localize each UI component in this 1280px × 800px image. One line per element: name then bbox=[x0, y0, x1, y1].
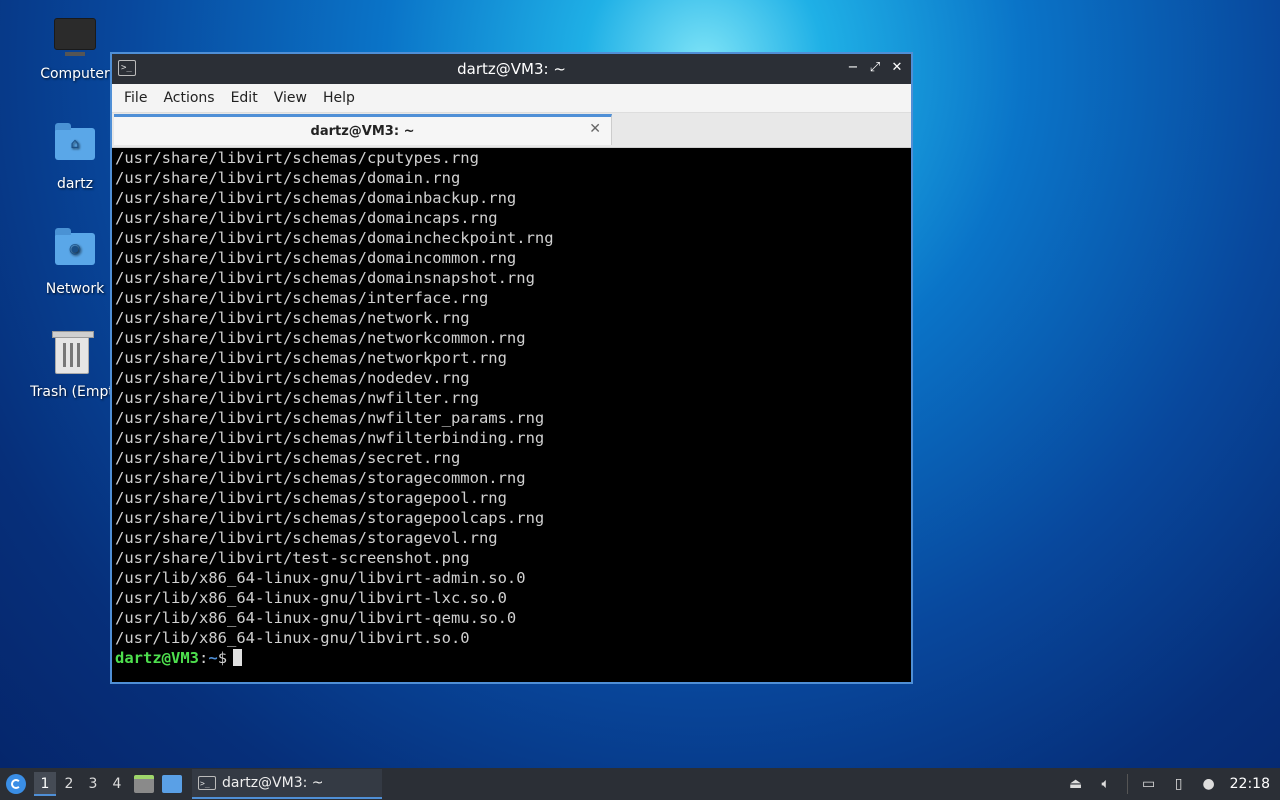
close-button[interactable]: ✕ bbox=[889, 59, 905, 77]
terminal-line: /usr/lib/x86_64-linux-gnu/libvirt.so.0 bbox=[115, 629, 470, 647]
prompt-user-host: dartz@VM3 bbox=[115, 649, 199, 667]
terminal-line: /usr/share/libvirt/schemas/domaincommon.… bbox=[115, 249, 517, 267]
taskbar: 1 2 3 4 >_ dartz@VM3: ~ ⏏ 🔈︎ ▭ ▯ ● 22:18 bbox=[0, 768, 1280, 800]
menu-actions[interactable]: Actions bbox=[155, 90, 222, 106]
file-manager-icon[interactable] bbox=[134, 775, 154, 793]
terminal-line: /usr/share/libvirt/schemas/storagepoolca… bbox=[115, 509, 545, 527]
window-titlebar[interactable]: >_ dartz@VM3: ~ − ⤢ ✕ bbox=[112, 54, 911, 84]
terminal-line: /usr/share/libvirt/schemas/storagevol.rn… bbox=[115, 529, 498, 547]
desktop-icon-trash[interactable]: Trash (Empt bbox=[22, 331, 122, 400]
system-tray: ⏏ 🔈︎ ▭ ▯ ● 22:18 bbox=[1067, 774, 1280, 794]
terminal-line: /usr/share/libvirt/schemas/domaincheckpo… bbox=[115, 229, 554, 247]
prompt-path: ~ bbox=[208, 649, 218, 667]
network-icon[interactable]: ▭ bbox=[1140, 775, 1158, 793]
menu-edit[interactable]: Edit bbox=[223, 90, 266, 106]
terminal-line: /usr/lib/x86_64-linux-gnu/libvirt-qemu.s… bbox=[115, 609, 517, 627]
menu-bar: File Actions Edit View Help bbox=[112, 84, 911, 113]
terminal-line: /usr/share/libvirt/schemas/nwfilterbindi… bbox=[115, 429, 545, 447]
terminal-line: /usr/share/libvirt/schemas/storagepool.r… bbox=[115, 489, 507, 507]
terminal-line: /usr/share/libvirt/schemas/network.rng bbox=[115, 309, 470, 327]
workspace-2[interactable]: 2 bbox=[58, 772, 80, 796]
terminal-line: /usr/share/libvirt/schemas/domainsnapsho… bbox=[115, 269, 535, 287]
menu-help[interactable]: Help bbox=[315, 90, 363, 106]
terminal-line: /usr/share/libvirt/schemas/secret.rng bbox=[115, 449, 461, 467]
terminal-line: /usr/share/libvirt/schemas/domain.rng bbox=[115, 169, 461, 187]
terminal-app-icon[interactable]: >_ bbox=[118, 60, 136, 76]
terminal-line: /usr/share/libvirt/schemas/networkport.r… bbox=[115, 349, 507, 367]
start-menu-icon[interactable] bbox=[6, 774, 26, 794]
desktop-icon-label: Trash (Empt bbox=[30, 384, 114, 400]
taskbar-task-terminal[interactable]: >_ dartz@VM3: ~ bbox=[192, 769, 382, 799]
terminal-line: /usr/share/libvirt/schemas/networkcommon… bbox=[115, 329, 526, 347]
notification-icon[interactable]: ● bbox=[1200, 775, 1218, 793]
workspace-4[interactable]: 4 bbox=[106, 772, 128, 796]
window-title: dartz@VM3: ~ bbox=[457, 60, 566, 78]
tab-close-icon[interactable]: ✕ bbox=[589, 121, 601, 137]
home-folder-icon: ⌂ bbox=[53, 123, 97, 172]
terminal-window: >_ dartz@VM3: ~ − ⤢ ✕ File Actions Edit … bbox=[110, 52, 913, 684]
terminal-line: /usr/lib/x86_64-linux-gnu/libvirt-lxc.so… bbox=[115, 589, 507, 607]
tab-label: dartz@VM3: ~ bbox=[310, 123, 415, 139]
terminal-line: /usr/share/libvirt/schemas/nwfilter.rng bbox=[115, 389, 479, 407]
show-desktop-icon[interactable] bbox=[162, 775, 182, 793]
eject-icon[interactable]: ⏏ bbox=[1067, 775, 1085, 793]
tab-terminal[interactable]: dartz@VM3: ~ ✕ bbox=[114, 114, 612, 145]
terminal-prompt[interactable]: dartz@VM3:~$ bbox=[115, 648, 911, 668]
terminal-line: /usr/share/libvirt/schemas/domainbackup.… bbox=[115, 189, 517, 207]
terminal-line: /usr/share/libvirt/schemas/nwfilter_para… bbox=[115, 409, 545, 427]
menu-file[interactable]: File bbox=[116, 90, 155, 106]
terminal-line: /usr/share/libvirt/schemas/domaincaps.rn… bbox=[115, 209, 498, 227]
volume-icon[interactable]: 🔈︎ bbox=[1097, 775, 1115, 793]
terminal-line: /usr/lib/x86_64-linux-gnu/libvirt-admin.… bbox=[115, 569, 526, 587]
terminal-line: /usr/share/libvirt/test-screenshot.png bbox=[115, 549, 470, 567]
minimize-button[interactable]: − bbox=[845, 59, 861, 77]
terminal-task-icon: >_ bbox=[198, 776, 216, 790]
clipboard-icon[interactable]: ▯ bbox=[1170, 775, 1188, 793]
workspace-1[interactable]: 1 bbox=[34, 772, 56, 796]
terminal-line: /usr/share/libvirt/schemas/nodedev.rng bbox=[115, 369, 470, 387]
computer-icon bbox=[53, 18, 97, 62]
menu-view[interactable]: View bbox=[266, 90, 315, 106]
terminal-line: /usr/share/libvirt/schemas/cputypes.rng bbox=[115, 149, 479, 167]
task-label: dartz@VM3: ~ bbox=[222, 775, 324, 791]
prompt-colon: : bbox=[199, 649, 209, 667]
trash-icon bbox=[50, 331, 94, 380]
terminal-output[interactable]: /usr/share/libvirt/schemas/cputypes.rng /… bbox=[112, 148, 911, 682]
prompt-symbol: $ bbox=[217, 649, 228, 667]
terminal-line: /usr/share/libvirt/schemas/storagecommon… bbox=[115, 469, 526, 487]
network-folder-icon: ◉ bbox=[53, 228, 97, 277]
text-cursor bbox=[233, 649, 243, 666]
clock[interactable]: 22:18 bbox=[1230, 776, 1270, 792]
maximize-button[interactable]: ⤢ bbox=[867, 59, 883, 77]
tab-bar: dartz@VM3: ~ ✕ bbox=[112, 113, 911, 148]
workspace-3[interactable]: 3 bbox=[82, 772, 104, 796]
terminal-line: /usr/share/libvirt/schemas/interface.rng bbox=[115, 289, 489, 307]
